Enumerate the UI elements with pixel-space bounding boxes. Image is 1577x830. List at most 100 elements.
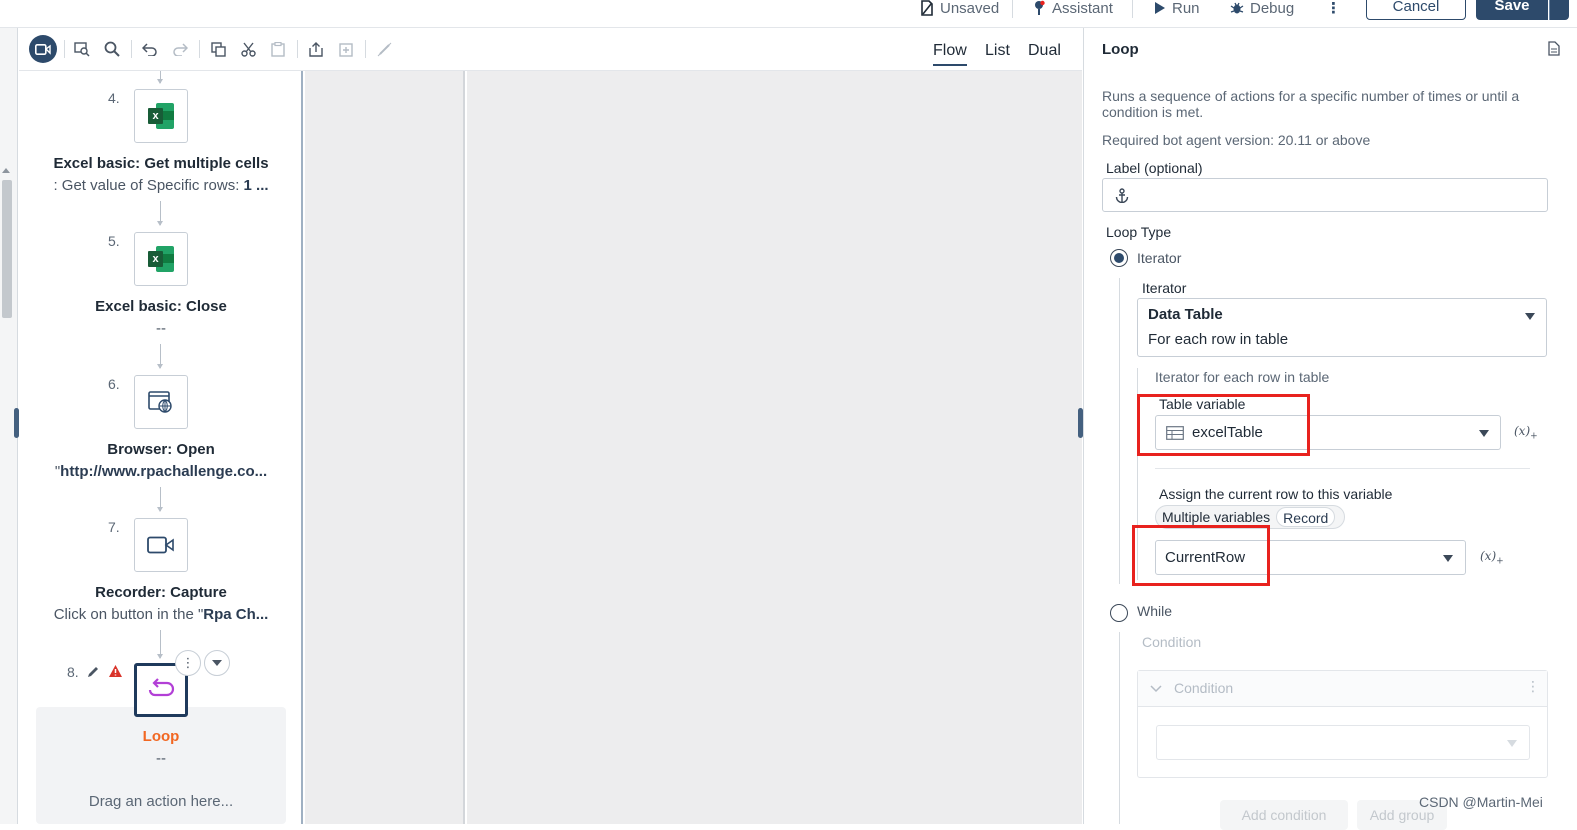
iterator-radio[interactable] [1110, 249, 1128, 267]
upload-icon [309, 41, 323, 57]
document-icon[interactable] [1548, 41, 1560, 61]
condition-more-icon[interactable]: ⋮ [1526, 678, 1540, 695]
step-title: Excel basic: Close [95, 298, 227, 315]
drag-action-hint: Drag an action here... [88, 793, 234, 810]
label-input[interactable] [1102, 178, 1548, 212]
node-expand-chevron-icon[interactable] [204, 650, 230, 676]
unsaved-label: Unsaved [940, 0, 1000, 17]
while-radio[interactable] [1110, 604, 1128, 622]
undo-button[interactable] [139, 38, 161, 60]
loop-icon [148, 678, 175, 697]
tab-flow[interactable]: Flow [933, 42, 967, 66]
pencil-icon[interactable] [86, 665, 100, 684]
highlight-box [1137, 394, 1310, 456]
step-node-browser-open[interactable] [134, 375, 188, 429]
editor-toolbar: Flow List Dual [19, 28, 1082, 71]
tab-dual[interactable]: Dual [1028, 42, 1061, 60]
step-title: Browser: Open [107, 441, 215, 458]
disable-action-button[interactable] [373, 38, 395, 60]
recorder-button[interactable] [29, 35, 57, 63]
excel-icon: x [148, 103, 174, 129]
find-in-page-button[interactable] [71, 38, 93, 60]
step-node-excel-get-cells[interactable]: x [134, 89, 188, 143]
loop-title: Loop [142, 728, 180, 745]
bug-icon [1230, 2, 1244, 14]
iterator-radio-label: Iterator [1137, 250, 1182, 266]
divider [297, 40, 298, 58]
divider [1012, 0, 1013, 18]
insert-variable-icon[interactable]: (x)+ [1480, 549, 1504, 566]
chevron-down-icon [1479, 430, 1489, 437]
search-button[interactable] [101, 38, 123, 60]
step-subtitle: -- [156, 750, 166, 767]
step-node-recorder-capture[interactable] [134, 518, 188, 572]
divider [131, 40, 132, 58]
loop-description: Runs a sequence of actions for a specifi… [1102, 88, 1520, 120]
undo-icon [142, 43, 157, 56]
condition-label: Condition [1142, 634, 1202, 650]
condition-header[interactable]: Condition ⋮ [1138, 671, 1547, 707]
disable-icon [377, 42, 391, 56]
search-icon [104, 41, 120, 57]
left-rail [0, 28, 19, 824]
divider [1155, 468, 1530, 469]
save-dropdown-button[interactable] [1549, 0, 1569, 20]
step-subtitle: Click on button in the "Rpa Ch... [53, 606, 269, 623]
import-icon [339, 42, 353, 57]
redo-button[interactable] [169, 38, 191, 60]
divider [365, 40, 366, 58]
insert-variable-icon[interactable]: (x)+ [1514, 424, 1538, 441]
step-subtitle: : Get value of Specific rows: 1 ... [53, 177, 269, 194]
label-field-label: Label (optional) [1106, 160, 1203, 176]
chevron-down-icon [1443, 555, 1453, 562]
iterator-hint: Iterator for each row in table [1155, 369, 1330, 385]
import-button[interactable] [335, 38, 357, 60]
cut-button[interactable] [237, 38, 259, 60]
paste-button[interactable] [267, 38, 289, 60]
flow-connector [157, 487, 163, 512]
export-button[interactable] [305, 38, 327, 60]
condition-select[interactable] [1156, 725, 1530, 760]
scissors-icon [240, 42, 256, 57]
tab-list[interactable]: List [985, 42, 1010, 60]
step-subtitle: "http://www.rpachallenge.co... [54, 463, 268, 480]
record-option[interactable]: Record [1276, 507, 1336, 527]
chevron-down-icon [1525, 313, 1535, 320]
more-options-icon[interactable]: ⋮ [1326, 0, 1341, 19]
cancel-button[interactable]: Cancel [1366, 0, 1466, 20]
run-button[interactable]: Run [1154, 0, 1200, 19]
debug-label: Debug [1250, 0, 1295, 17]
scrollbar-thumb[interactable] [2, 180, 12, 318]
flow-connector [157, 344, 163, 369]
step-number: 6. [108, 376, 120, 392]
anchor-icon [1115, 188, 1129, 203]
step-subtitle: -- [156, 320, 166, 337]
divider [64, 40, 65, 58]
node-more-options-icon[interactable]: ⋮ [175, 650, 201, 676]
video-camera-icon [35, 43, 51, 55]
indent-line [1119, 278, 1120, 584]
save-button[interactable]: Save [1476, 0, 1548, 20]
assistant-button[interactable]: Assistant [1032, 0, 1113, 19]
scroll-up-arrow-icon[interactable] [2, 168, 10, 173]
debug-button[interactable]: Debug [1230, 0, 1294, 19]
step-number: 8. [67, 664, 79, 680]
run-label: Run [1172, 0, 1200, 17]
step-node-excel-close[interactable]: x [134, 232, 188, 286]
loop-type-label: Loop Type [1106, 224, 1172, 240]
panel-title: Loop [1102, 41, 1139, 58]
iterator-select-description: For each row in table [1148, 331, 1289, 348]
canvas-area [305, 71, 465, 824]
step-number: 5. [108, 233, 120, 249]
indent-line [1119, 632, 1120, 824]
assistant-label: Assistant [1052, 0, 1113, 17]
copy-button[interactable] [207, 38, 229, 60]
version-requirement: Required bot agent version: 20.11 or abo… [1102, 132, 1371, 148]
divider [199, 40, 200, 58]
iterator-select[interactable]: Data Table For each row in table [1137, 298, 1547, 357]
browser-globe-icon [148, 391, 172, 413]
multiple-variables-option[interactable]: Multiple variables [1156, 507, 1276, 527]
step-number: 7. [108, 519, 120, 535]
chevron-down-icon [1150, 685, 1162, 693]
add-condition-button[interactable]: Add condition [1220, 800, 1348, 830]
